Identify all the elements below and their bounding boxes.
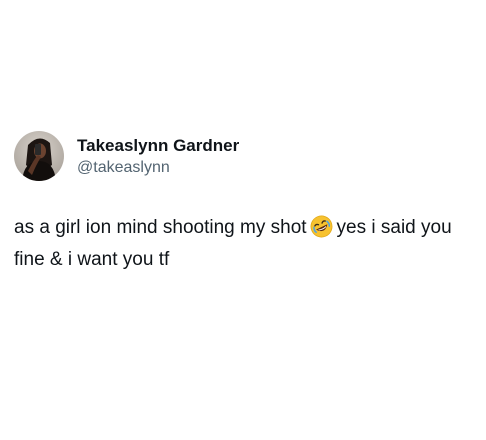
profile-photo-icon [14,131,64,181]
tweet-text: as a girl ion mind shooting my shot yes … [14,214,474,273]
rolling-on-the-floor-laughing-icon [310,215,333,246]
author-names: Takeaslynn Gardner @takeaslynn [77,135,239,178]
author-handle[interactable]: @takeaslynn [77,157,239,178]
tweet-card: Takeaslynn Gardner @takeaslynn as a girl… [0,0,486,440]
tweet-header: Takeaslynn Gardner @takeaslynn [14,131,239,181]
author-display-name[interactable]: Takeaslynn Gardner [77,135,239,157]
tweet-text-part-1: as a girl ion mind shooting my shot [14,217,307,238]
avatar[interactable] [14,131,64,181]
